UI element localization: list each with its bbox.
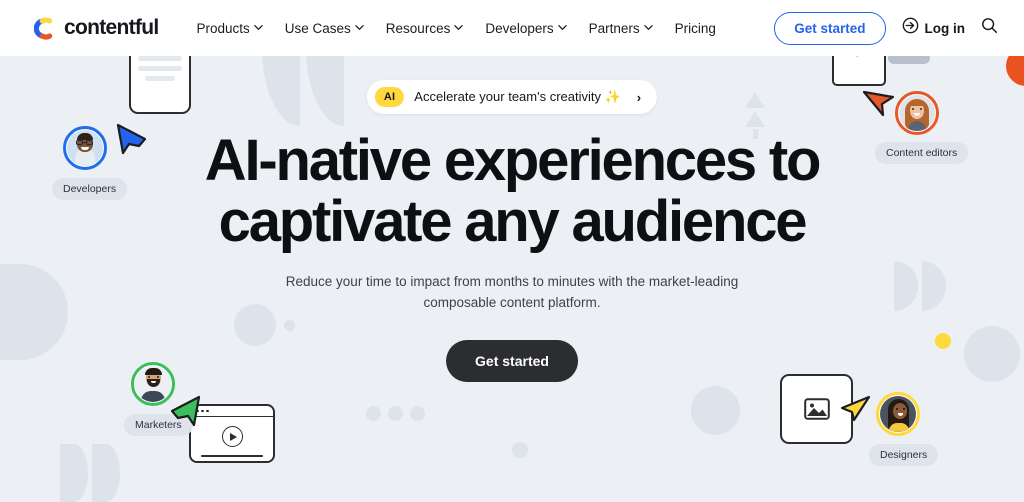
- avatar-image: [135, 366, 171, 402]
- article-card-line: [138, 66, 182, 71]
- avatar-image: [899, 95, 935, 131]
- persona-label-designers: Designers: [869, 444, 939, 466]
- video-card-line: [201, 455, 263, 457]
- chevron-down-icon: [355, 23, 364, 32]
- nav-item-use-cases[interactable]: Use Cases: [285, 21, 364, 36]
- login-link[interactable]: Log in: [902, 17, 966, 39]
- page-title: AI-native experiences to captivate any a…: [0, 130, 1024, 253]
- header-actions: Get started Log in: [774, 11, 998, 45]
- nav-item-partners[interactable]: Partners: [589, 21, 653, 36]
- chevron-down-icon: [557, 23, 567, 32]
- cursor-content-editors-icon: [862, 84, 896, 123]
- main-navigation: Products Use Cases Resources Developers …: [196, 21, 715, 36]
- logo-text: contentful: [64, 16, 159, 39]
- sign-in-icon: [902, 17, 919, 39]
- search-icon: [981, 17, 998, 39]
- nav-label: Pricing: [674, 20, 716, 36]
- nav-item-products[interactable]: Products: [196, 20, 263, 36]
- article-card-line: [138, 56, 182, 61]
- ai-badge: AI: [374, 87, 405, 107]
- headline-line-1: AI-native experiences to: [204, 128, 822, 193]
- decor-circle-left: [234, 304, 276, 346]
- chevron-down-icon: [254, 23, 263, 32]
- nav-label: Use Cases: [284, 20, 351, 36]
- get-started-cta-button[interactable]: Get started: [446, 340, 578, 382]
- nav-label: Partners: [588, 20, 640, 36]
- nav-label: Products: [196, 20, 250, 36]
- avatar-content-editors: [895, 91, 939, 135]
- nav-label: Resources: [385, 20, 451, 36]
- decor-dot-left-small: [284, 320, 295, 331]
- video-play-button: [221, 426, 243, 447]
- decor-dot-center: [512, 442, 528, 458]
- login-label: Log in: [924, 20, 966, 36]
- chevron-down-icon: [454, 23, 464, 32]
- chevron-down-icon: [643, 23, 653, 32]
- avatar-image: [880, 396, 916, 432]
- ai-announcement-text: Accelerate your team's creativity ✨: [414, 89, 621, 104]
- decor-circle-right: [964, 326, 1020, 382]
- headline-line-2: captivate any audience: [218, 189, 808, 255]
- site-header: contentful Products Use Cases Resources …: [0, 0, 1024, 56]
- nav-item-developers[interactable]: Developers: [485, 20, 567, 36]
- image-icon: [803, 398, 830, 420]
- get-started-nav-button[interactable]: Get started: [774, 11, 886, 45]
- ai-announcement-banner[interactable]: AI Accelerate your team's creativity ✨ ›: [366, 80, 658, 114]
- nav-label: Developers: [485, 20, 554, 36]
- chevron-right-icon: ›: [636, 89, 642, 105]
- article-card-line: [145, 76, 175, 81]
- decor-circle-bottom-right: [691, 386, 740, 435]
- cursor-marketers-icon: [168, 392, 206, 435]
- decor-left-pill: [0, 264, 68, 360]
- decor-accent-dot: [935, 333, 951, 349]
- nav-item-resources[interactable]: Resources: [386, 21, 464, 36]
- nav-item-pricing[interactable]: Pricing: [675, 21, 716, 36]
- cursor-designers-icon: [836, 386, 872, 427]
- contentful-logo-icon: [33, 16, 57, 40]
- hero-subheadline: Reduce your time to impact from months t…: [285, 274, 739, 310]
- hero-section: Developers a: [0, 0, 1024, 502]
- page-root: Developers a: [0, 0, 1024, 502]
- avatar-designers: [876, 392, 920, 436]
- logo[interactable]: contentful: [33, 16, 159, 40]
- search-button[interactable]: [981, 17, 998, 39]
